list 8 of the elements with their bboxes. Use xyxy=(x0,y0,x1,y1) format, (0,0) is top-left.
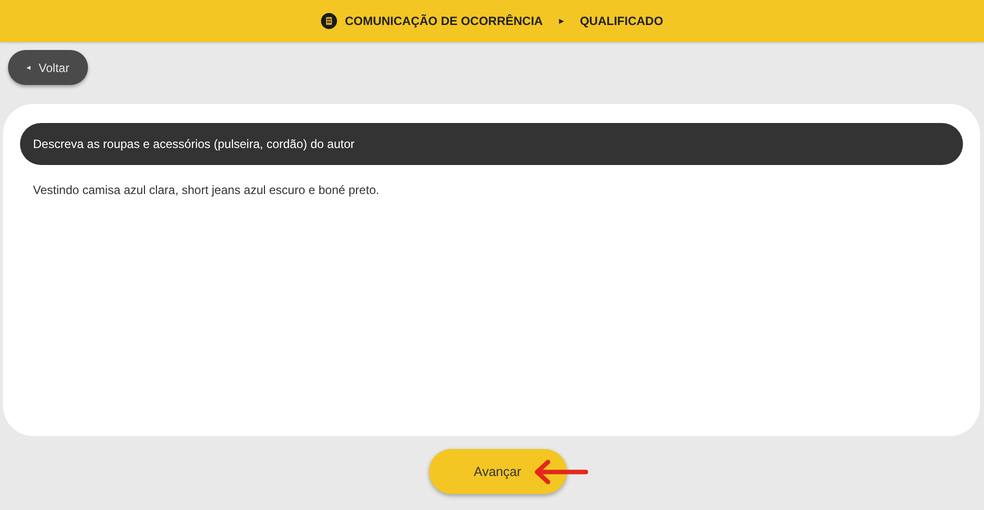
answer-text: Vestindo camisa azul clara, short jeans azul escuro e boné preto. xyxy=(33,183,380,197)
next-button[interactable]: Avançar xyxy=(428,449,566,494)
breadcrumb-step: QUALIFICADO xyxy=(580,14,664,28)
back-button[interactable]: ◂ Voltar xyxy=(8,50,88,85)
breadcrumb-separator: ▸ xyxy=(558,15,564,27)
emblem-icon xyxy=(320,13,337,29)
breadcrumb-step: COMUNICAÇÃO DE OCORRÊNCIA xyxy=(344,14,543,28)
question-label: Descreva as roupas e acessórios (pulseira, cordão) do autor xyxy=(20,123,963,165)
